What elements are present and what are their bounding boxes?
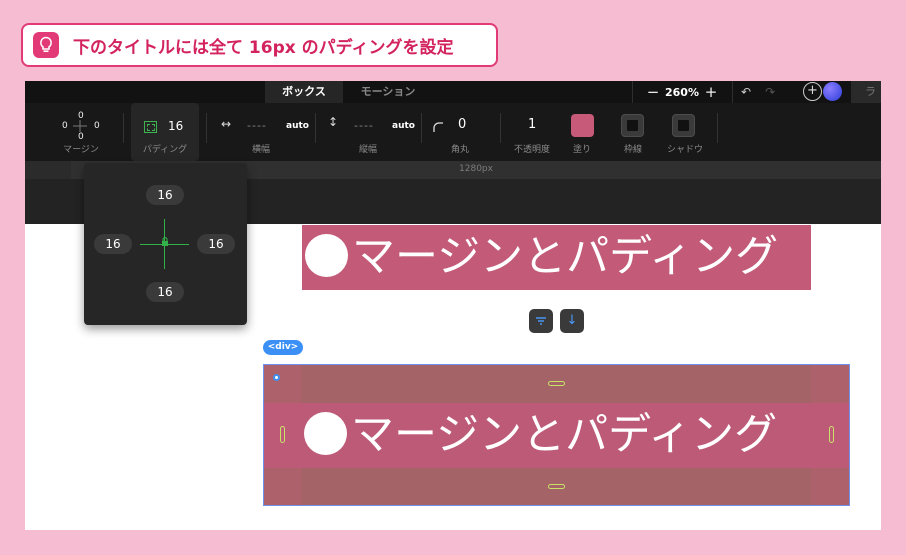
padding-value: 16 [168, 119, 184, 133]
zoom-in-button[interactable]: + [701, 83, 721, 101]
opacity-label: 不透明度 [513, 145, 550, 155]
selection-tag[interactable]: <div> [263, 340, 303, 355]
margin-cross-icon [73, 120, 87, 132]
padding-left-input[interactable]: 16 [94, 234, 132, 254]
heading-block-selected: マージンとパディング [302, 403, 811, 468]
padding-right-input[interactable]: 16 [197, 234, 235, 254]
editor-window: ボックス モーション − 260% + ↶ ↷ + ラ 0 0 0 0 マージン [25, 81, 881, 530]
undo-icon[interactable]: ↶ [741, 85, 751, 99]
margin-right-value: 0 [94, 121, 100, 131]
lightbulb-icon [33, 32, 59, 58]
padding-control[interactable]: 16 パディング [131, 103, 199, 161]
margin-label: マージン [63, 145, 99, 155]
width-arrow-icon: ↔ [221, 117, 232, 131]
heading-text-selected: マージンとパディング [351, 410, 778, 460]
margin-bottom-value: 0 [78, 132, 84, 142]
height-control[interactable]: ↕ ---- auto 縦幅 [320, 103, 416, 161]
radius-value: 0 [458, 117, 467, 132]
width-auto: auto [286, 121, 309, 131]
padding-handle-left[interactable] [280, 426, 285, 443]
resize-corner-handle[interactable] [273, 374, 280, 381]
circle-icon [305, 234, 348, 277]
shadow-label: シャドウ [666, 145, 703, 155]
radius-control[interactable]: 0 角丸 [425, 103, 495, 161]
top-bar: ボックス モーション − 260% + ↶ ↷ + ラ [25, 81, 881, 103]
add-icon[interactable]: + [803, 82, 822, 101]
opacity-value: 1 [528, 117, 537, 132]
padding-handle-right[interactable] [829, 426, 834, 443]
radius-label: 角丸 [450, 145, 469, 155]
align-icon[interactable] [529, 309, 553, 333]
height-arrow-icon: ↕ [328, 115, 339, 129]
circle-icon [304, 412, 347, 455]
corner-radius-icon [433, 122, 443, 132]
lock-icon[interactable] [161, 237, 169, 246]
tab-motion[interactable]: モーション [343, 81, 433, 103]
redo-icon[interactable]: ↷ [765, 85, 775, 99]
margin-control[interactable]: 0 0 0 0 マージン [39, 103, 123, 161]
zoom-level[interactable]: 260% [663, 86, 701, 99]
heading-text-top: マージンとパディング [352, 232, 779, 282]
border-swatch [621, 114, 644, 137]
padding-handle-top[interactable] [548, 381, 565, 386]
width-dashes: ---- [247, 119, 267, 132]
right-panel-tab[interactable]: ラ [851, 81, 881, 103]
tip-banner: 下のタイトルには全て 16px のパディングを設定 [21, 23, 498, 67]
padding-top-input[interactable]: 16 [146, 185, 184, 205]
zoom-out-button[interactable]: − [643, 83, 663, 101]
tab-box[interactable]: ボックス [265, 81, 343, 103]
shadow-control[interactable]: シャドウ [662, 103, 708, 161]
opacity-control[interactable]: 1 不透明度 [505, 103, 559, 161]
margin-left-value: 0 [62, 121, 68, 131]
height-auto: auto [392, 121, 415, 131]
tip-text: 下のタイトルには全て 16px のパディングを設定 [73, 37, 454, 58]
height-dashes: ---- [354, 119, 374, 132]
height-label: 縦幅 [358, 145, 377, 155]
arrow-down-icon[interactable]: ↓ [560, 309, 584, 333]
fill-control[interactable]: 塗り [565, 103, 599, 161]
fill-label: 塗り [572, 145, 591, 155]
box-toolbar: 0 0 0 0 マージン 16 パディング ↔ ---- auto 横幅 ↕ -… [25, 103, 881, 161]
padding-handle-bottom[interactable] [548, 484, 565, 489]
border-label: 枠線 [623, 145, 642, 155]
padding-icon [144, 121, 157, 133]
border-control[interactable]: 枠線 [615, 103, 651, 161]
fill-swatch [571, 114, 594, 137]
heading-block-top[interactable]: マージンとパディング [302, 225, 811, 290]
padding-label: パディング [142, 145, 188, 155]
selected-div[interactable]: マージンとパディング [263, 364, 850, 506]
padding-popover: 16 16 16 16 [84, 163, 247, 325]
avatar[interactable] [823, 82, 842, 101]
zoom-control: − 260% + [632, 81, 721, 103]
shadow-swatch [672, 114, 695, 137]
history-controls: ↶ ↷ [732, 81, 775, 103]
padding-bottom-input[interactable]: 16 [146, 282, 184, 302]
width-control[interactable]: ↔ ---- auto 横幅 [211, 103, 311, 161]
width-label: 横幅 [251, 145, 270, 155]
